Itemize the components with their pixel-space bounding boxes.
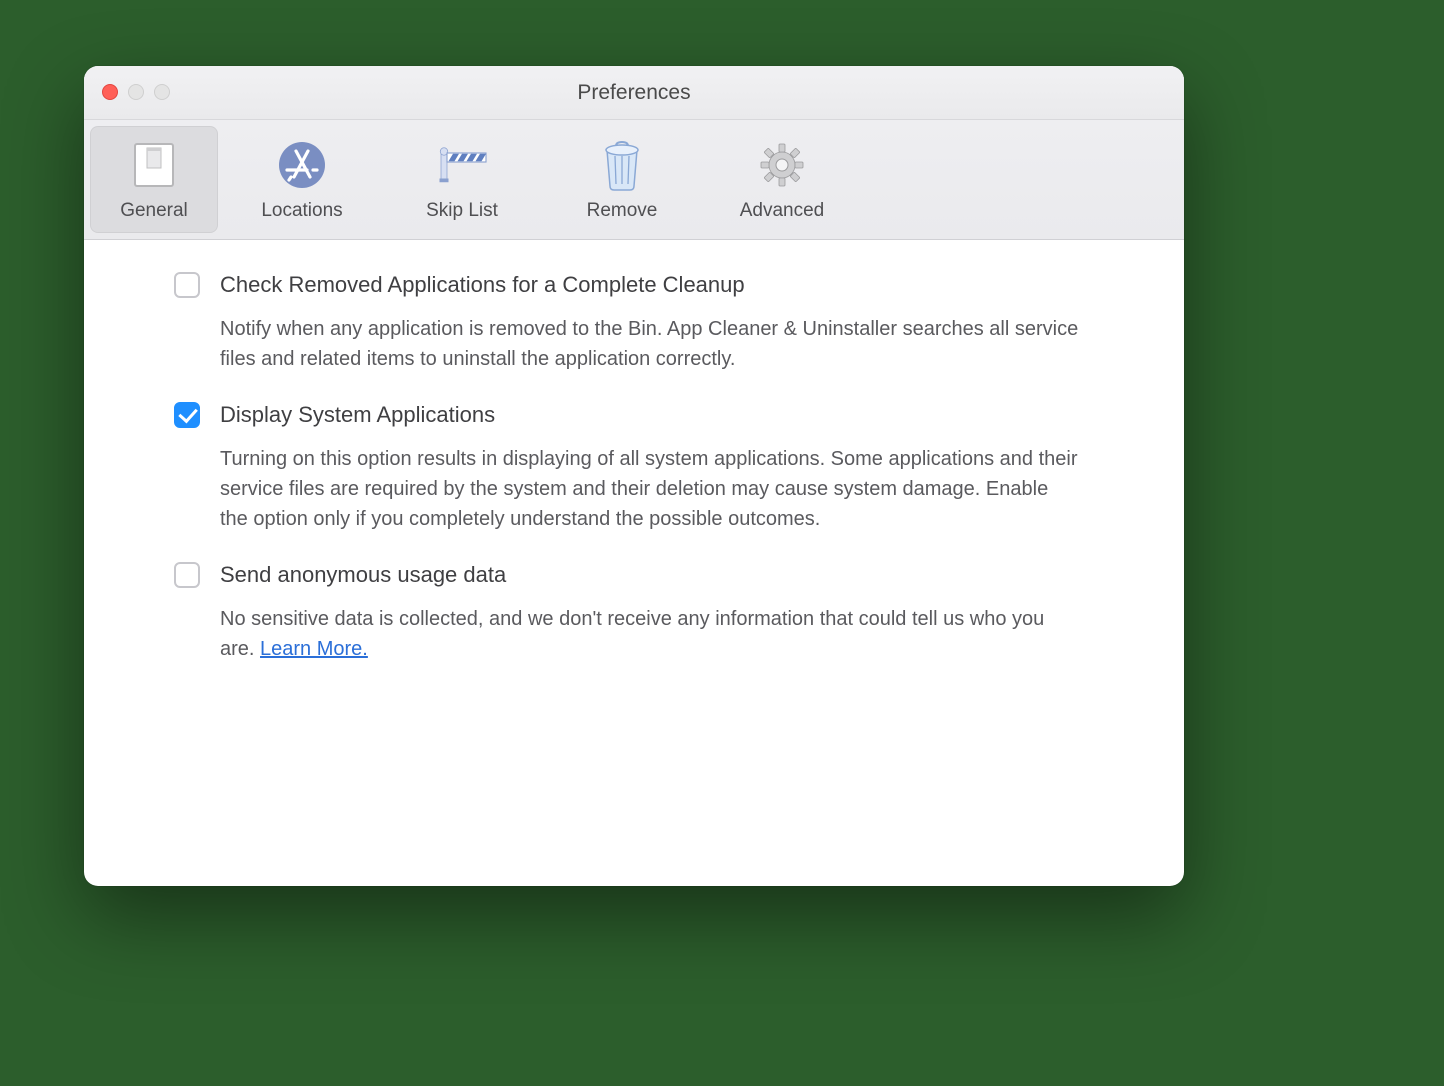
tab-label: General bbox=[120, 200, 188, 222]
tab-locations[interactable]: Locations bbox=[222, 120, 382, 239]
trash-icon bbox=[595, 138, 649, 192]
gear-icon bbox=[755, 138, 809, 192]
option-anonymous-usage: Send anonymous usage data bbox=[174, 560, 1094, 590]
checkbox-anonymous-usage[interactable] bbox=[174, 562, 200, 588]
tab-skip-list[interactable]: Skip List bbox=[382, 120, 542, 239]
preferences-window: Preferences General bbox=[84, 66, 1184, 886]
option-title: Display System Applications bbox=[220, 400, 495, 430]
zoom-window-button[interactable] bbox=[154, 84, 170, 100]
option-description: Notify when any application is removed t… bbox=[220, 314, 1080, 374]
tab-label: Skip List bbox=[426, 200, 498, 222]
switch-icon bbox=[127, 138, 181, 192]
close-window-button[interactable] bbox=[102, 84, 118, 100]
option-title: Check Removed Applications for a Complet… bbox=[220, 270, 745, 300]
tab-label: Locations bbox=[261, 200, 342, 222]
tab-label: Remove bbox=[587, 200, 658, 222]
tab-remove[interactable]: Remove bbox=[542, 120, 702, 239]
general-pane: Check Removed Applications for a Complet… bbox=[84, 240, 1184, 720]
traffic-lights bbox=[102, 84, 170, 100]
option-description: No sensitive data is collected, and we d… bbox=[220, 604, 1080, 664]
option-title: Send anonymous usage data bbox=[220, 560, 506, 590]
option-description: Turning on this option results in displa… bbox=[220, 444, 1080, 534]
minimize-window-button[interactable] bbox=[128, 84, 144, 100]
toolbar: General Locations bbox=[84, 120, 1184, 240]
checkbox-complete-cleanup[interactable] bbox=[174, 272, 200, 298]
window-title: Preferences bbox=[577, 81, 690, 105]
tab-label: Advanced bbox=[740, 200, 825, 222]
titlebar: Preferences bbox=[84, 66, 1184, 120]
learn-more-link[interactable]: Learn More. bbox=[260, 638, 368, 660]
tab-general[interactable]: General bbox=[90, 126, 218, 233]
tab-advanced[interactable]: Advanced bbox=[702, 120, 862, 239]
checkbox-display-system-apps[interactable] bbox=[174, 402, 200, 428]
appstore-icon bbox=[275, 138, 329, 192]
barrier-icon bbox=[435, 138, 489, 192]
option-complete-cleanup: Check Removed Applications for a Complet… bbox=[174, 270, 1094, 300]
option-display-system-apps: Display System Applications bbox=[174, 400, 1094, 430]
